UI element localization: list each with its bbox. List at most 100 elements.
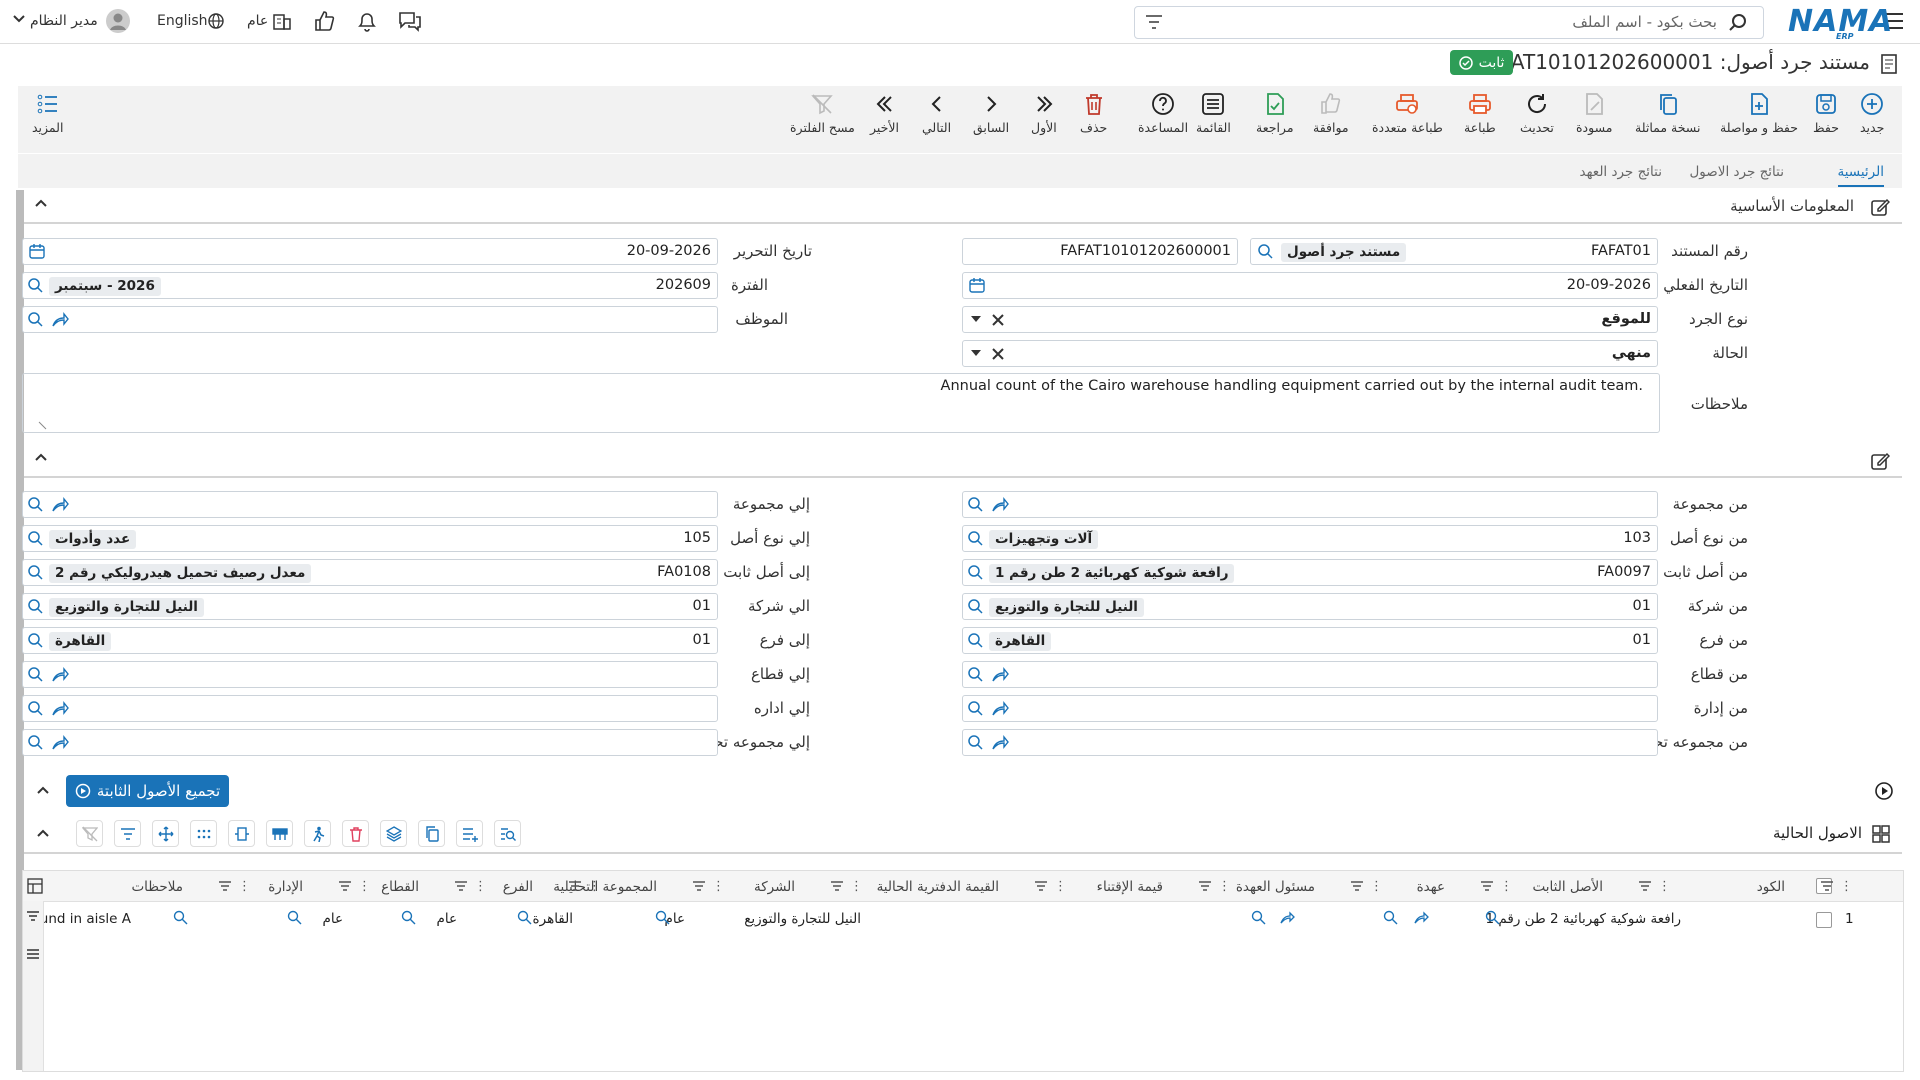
row-checkbox[interactable] — [1816, 912, 1832, 928]
lookup-icon[interactable] — [401, 910, 417, 926]
lookup-icon[interactable] — [967, 632, 985, 650]
column-header[interactable]: الإدارة — [268, 879, 303, 895]
column-menu-icon[interactable]: ⋮ — [358, 879, 371, 894]
column-filter-icon[interactable] — [1821, 881, 1833, 891]
building-icon[interactable] — [272, 11, 292, 31]
share-icon[interactable] — [991, 700, 1009, 718]
share-icon[interactable] — [51, 666, 69, 684]
next-button[interactable]: التالي — [922, 92, 951, 135]
column-filter-icon[interactable] — [1351, 881, 1363, 891]
basic-info-header[interactable]: المعلومات الأساسية — [24, 192, 1902, 224]
column-chooser-icon[interactable] — [27, 878, 43, 894]
column-filter-icon[interactable] — [569, 881, 581, 891]
lookup-icon[interactable] — [27, 311, 45, 329]
notes-textarea[interactable]: Annual count of the Cairo warehouse hand… — [22, 373, 1660, 433]
resize-handle-icon[interactable] — [37, 420, 47, 430]
column-menu-icon[interactable]: ⋮ — [238, 879, 251, 894]
lookup-icon[interactable] — [967, 530, 985, 548]
column-menu-icon[interactable]: ⋮ — [588, 879, 601, 894]
lookup-icon[interactable] — [27, 598, 45, 616]
chevron-up-icon[interactable] — [34, 452, 48, 462]
calendar-icon[interactable] — [29, 243, 45, 259]
scope-label[interactable]: عام — [247, 13, 268, 29]
calendar-icon[interactable] — [969, 277, 985, 293]
cell-sector[interactable]: عام — [436, 911, 457, 927]
count-type-select[interactable]: للموقع — [962, 306, 1658, 333]
lookup-icon[interactable] — [1485, 910, 1501, 926]
to-analytic-field[interactable] — [22, 729, 718, 756]
column-filter-icon[interactable] — [1035, 881, 1047, 891]
column-menu-icon[interactable]: ⋮ — [712, 879, 725, 894]
list-button[interactable]: القائمة — [1196, 92, 1231, 135]
to-company-field[interactable]: 01 النيل للتجارة والتوزيع — [22, 593, 718, 620]
column-header[interactable]: الكود — [1757, 879, 1785, 895]
actual-date-field[interactable]: 20-09-2026 — [962, 272, 1658, 299]
cell-company[interactable]: النيل للتجارة والتوزيع — [744, 911, 861, 927]
chevron-up-icon[interactable] — [36, 828, 50, 838]
to-group-field[interactable] — [22, 491, 718, 518]
chevron-up-icon[interactable] — [34, 198, 48, 208]
column-header[interactable]: عهدة — [1417, 879, 1445, 895]
column-header[interactable]: قيمة الإقتناء — [1097, 879, 1163, 895]
from-sector-field[interactable] — [962, 661, 1658, 688]
layers-icon[interactable] — [380, 820, 407, 847]
to-asset-field[interactable]: FA0108 معدل رصيف تحميل هيدروليكي رقم 2 — [22, 559, 718, 586]
search-list-icon[interactable] — [494, 820, 521, 847]
column-header[interactable]: القيمة الدفترية الحالية — [877, 879, 999, 895]
cell-department[interactable]: عام — [322, 911, 343, 927]
employee-field[interactable] — [22, 306, 718, 333]
search-placeholder[interactable]: بحث بكود - اسم الملف — [1572, 13, 1717, 31]
lookup-icon[interactable] — [655, 910, 671, 926]
search-icon[interactable] — [1729, 13, 1747, 31]
from-group-field[interactable] — [962, 491, 1658, 518]
clear-icon[interactable] — [991, 347, 1005, 361]
chat-icon[interactable] — [398, 10, 422, 32]
last-button[interactable]: الأخير — [870, 92, 899, 135]
lookup-icon[interactable] — [173, 910, 189, 926]
range-section-header[interactable] — [24, 446, 1902, 478]
lookup-icon[interactable] — [967, 496, 985, 514]
new-button[interactable]: جديد — [1860, 92, 1884, 135]
global-search[interactable]: بحث بكود - اسم الملف — [1134, 6, 1764, 39]
filter-icon[interactable] — [114, 820, 141, 847]
share-icon[interactable] — [991, 734, 1009, 752]
period-field[interactable]: 202609 2026 - سبتمبر — [22, 272, 718, 299]
tab-asset-count-results[interactable]: نتائج جرد الاصول — [1690, 164, 1785, 180]
state-select[interactable]: منهي — [962, 340, 1658, 367]
globe-icon[interactable] — [208, 13, 224, 29]
lookup-icon[interactable] — [27, 530, 45, 548]
column-filter-icon[interactable] — [339, 881, 351, 891]
cell-asset[interactable]: رافعة شوكية كهربائية 2 طن رقم 1 — [1486, 911, 1681, 927]
move-icon[interactable] — [152, 820, 179, 847]
lookup-icon[interactable] — [1383, 910, 1399, 926]
review-button[interactable]: مراجعة — [1256, 92, 1294, 135]
from-analytic-field[interactable] — [962, 729, 1658, 756]
lookup-icon[interactable] — [27, 700, 45, 718]
to-sector-field[interactable] — [22, 661, 718, 688]
thumbs-up-icon[interactable] — [313, 10, 335, 32]
lookup-icon[interactable] — [27, 564, 45, 582]
tab-custody-count-results[interactable]: نتائج جرد العهد — [1580, 164, 1663, 180]
lookup-icon[interactable] — [27, 632, 45, 650]
tab-main[interactable]: الرئيسية — [1837, 164, 1884, 187]
refresh-button[interactable]: تحديث — [1520, 92, 1554, 135]
share-icon[interactable] — [1279, 910, 1295, 926]
column-header[interactable]: القطاع — [381, 879, 419, 895]
lookup-icon[interactable] — [27, 666, 45, 684]
print-button[interactable]: طباعة — [1464, 92, 1496, 135]
column-filter-icon[interactable] — [1199, 881, 1211, 891]
share-icon[interactable] — [51, 311, 69, 329]
caret-down-icon[interactable] — [971, 316, 981, 324]
column-filter-icon[interactable] — [455, 881, 467, 891]
lookup-icon[interactable] — [967, 598, 985, 616]
column-menu-icon[interactable]: ⋮ — [1658, 879, 1671, 894]
caret-down-icon[interactable] — [971, 350, 981, 358]
play-circle-icon[interactable] — [1874, 781, 1894, 801]
share-icon[interactable] — [51, 700, 69, 718]
fit-columns-icon[interactable] — [228, 820, 255, 847]
share-icon[interactable] — [991, 496, 1009, 514]
previous-button[interactable]: السابق — [973, 92, 1009, 135]
delete-button[interactable]: حذف — [1080, 92, 1107, 135]
language-switch[interactable]: English — [157, 13, 208, 29]
column-header[interactable]: الشركة — [754, 879, 795, 895]
